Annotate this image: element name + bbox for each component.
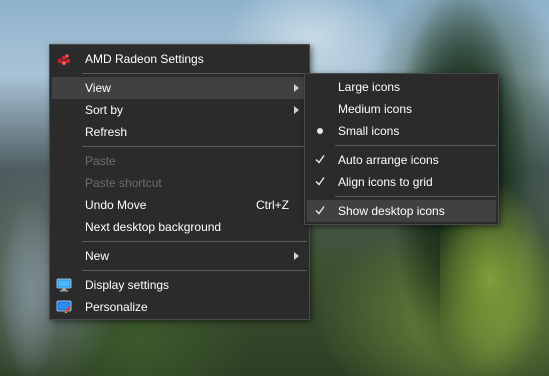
personalize-icon [56, 300, 72, 314]
radio-bullet-icon [317, 128, 323, 134]
amd-radeon-icon [57, 54, 71, 65]
menu-item-next-desktop-background[interactable]: Next desktop background [52, 216, 307, 238]
chevron-right-icon [294, 252, 299, 260]
menu-item-undo-move[interactable]: Undo Move Ctrl+Z [52, 194, 307, 216]
checkmark-icon [315, 206, 325, 215]
menu-item-display-settings[interactable]: Display settings [52, 274, 307, 296]
menu-item-label: View [85, 81, 111, 95]
menu-separator [82, 241, 307, 242]
menu-item-label: Refresh [85, 125, 128, 139]
keyboard-shortcut: Ctrl+Z [256, 198, 289, 212]
submenu-item-small-icons[interactable]: Small icons [307, 120, 496, 142]
menu-item-personalize[interactable]: Personalize [52, 296, 307, 318]
submenu-item-auto-arrange[interactable]: Auto arrange icons [307, 149, 496, 171]
menu-item-new[interactable]: New [52, 245, 307, 267]
checkmark-icon [315, 155, 325, 164]
menu-item-paste: Paste [52, 150, 307, 172]
chevron-right-icon [294, 106, 299, 114]
desktop-context-menu: AMD Radeon Settings View Sort by Refresh… [49, 44, 310, 320]
menu-separator [82, 73, 307, 74]
menu-item-label: New [85, 249, 110, 263]
submenu-item-large-icons[interactable]: Large icons [307, 76, 496, 98]
submenu-item-align-to-grid[interactable]: Align icons to grid [307, 171, 496, 193]
submenu-item-show-desktop-icons[interactable]: Show desktop icons [307, 200, 496, 222]
menu-item-label: Sort by [85, 103, 124, 117]
menu-separator [335, 196, 496, 197]
menu-item-amd-radeon-settings[interactable]: AMD Radeon Settings [52, 48, 307, 70]
menu-item-label: Next desktop background [85, 220, 222, 234]
menu-item-label: Personalize [85, 300, 148, 314]
menu-item-label: Undo Move [85, 198, 147, 212]
view-submenu: Large icons Medium icons Small icons Aut… [304, 73, 499, 225]
menu-item-refresh[interactable]: Refresh [52, 121, 307, 143]
menu-item-label: Show desktop icons [338, 204, 445, 218]
menu-item-label: Auto arrange icons [338, 153, 439, 167]
chevron-right-icon [294, 84, 299, 92]
menu-item-label: Paste [85, 154, 116, 168]
menu-item-label: Display settings [85, 278, 170, 292]
menu-separator [82, 270, 307, 271]
submenu-item-medium-icons[interactable]: Medium icons [307, 98, 496, 120]
menu-separator [335, 145, 496, 146]
menu-item-paste-shortcut: Paste shortcut [52, 172, 307, 194]
menu-item-label: Align icons to grid [338, 175, 433, 189]
menu-item-label: AMD Radeon Settings [85, 52, 204, 66]
checkmark-icon [315, 177, 325, 186]
menu-item-sort-by[interactable]: Sort by [52, 99, 307, 121]
menu-item-view[interactable]: View [52, 77, 307, 99]
menu-item-label: Paste shortcut [85, 176, 162, 190]
menu-item-label: Small icons [338, 124, 400, 138]
menu-item-label: Large icons [338, 80, 401, 94]
menu-separator [82, 146, 307, 147]
display-settings-icon [56, 278, 72, 292]
menu-item-label: Medium icons [338, 102, 413, 116]
